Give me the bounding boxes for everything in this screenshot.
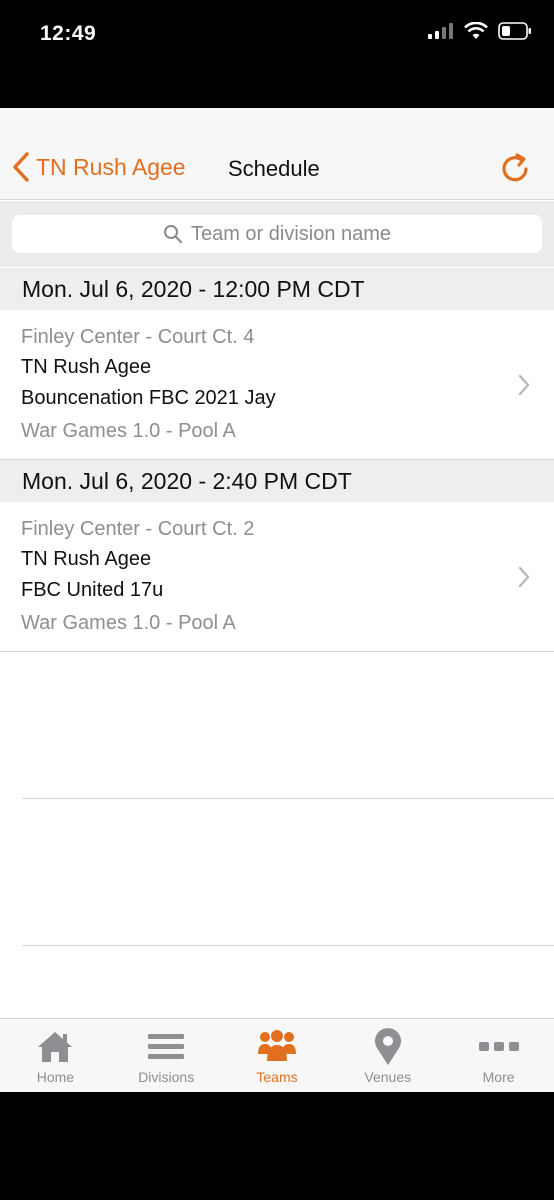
- more-dots-icon: [478, 1042, 519, 1051]
- tab-teams[interactable]: Teams: [222, 1019, 333, 1092]
- search-placeholder: Team or division name: [190, 222, 392, 245]
- search-input[interactable]: Team or division name: [12, 215, 542, 253]
- tab-bar: Home Divisions Teams Venues More: [0, 1018, 554, 1092]
- wifi-icon: [464, 22, 488, 39]
- tab-more[interactable]: More: [443, 1019, 554, 1092]
- schedule-sheet: TN Rush Agee Schedule Team or division n…: [0, 108, 554, 1092]
- chevron-right-icon: [518, 374, 530, 396]
- row-divider: [22, 798, 554, 799]
- tab-home[interactable]: Home: [0, 1019, 111, 1092]
- tab-label: Teams: [256, 1069, 298, 1085]
- schedule-list: Mon. Jul 6, 2020 - 12:00 PM CDT Finley C…: [0, 268, 554, 652]
- chevron-right-icon: [518, 566, 530, 588]
- tab-label: Divisions: [138, 1069, 195, 1085]
- map-pin-icon: [374, 1028, 401, 1065]
- game-pool: War Games 1.0 - Pool A: [21, 612, 236, 634]
- game-venue: Finley Center - Court Ct. 2: [21, 518, 255, 540]
- back-label: TN Rush Agee: [36, 153, 186, 180]
- section-header: Mon. Jul 6, 2020 - 2:40 PM CDT: [0, 460, 554, 502]
- game-team2: FBC United 17u: [21, 579, 164, 601]
- game-team1: TN Rush Agee: [21, 548, 152, 570]
- chevron-left-icon: [13, 152, 29, 182]
- row-divider: [22, 945, 554, 946]
- page-title: Schedule: [228, 156, 320, 181]
- status-icons: [428, 22, 532, 40]
- signal-icon: [428, 23, 453, 39]
- status-time: 12:49: [40, 22, 97, 45]
- game-team2: Bouncenation FBC 2021 Jay: [21, 387, 276, 409]
- game-team1: TN Rush Agee: [21, 356, 152, 378]
- search-icon: [163, 225, 183, 244]
- status-bar: 12:49: [0, 0, 554, 70]
- game-row[interactable]: Finley Center - Court Ct. 2 TN Rush Agee…: [0, 502, 554, 652]
- tab-label: Home: [36, 1069, 75, 1085]
- game-pool: War Games 1.0 - Pool A: [21, 420, 236, 442]
- section-header: Mon. Jul 6, 2020 - 12:00 PM CDT: [0, 268, 554, 310]
- tab-label: More: [482, 1069, 515, 1085]
- home-icon: [38, 1032, 73, 1062]
- search-bar: Team or division name: [0, 201, 554, 267]
- tab-venues[interactable]: Venues: [332, 1019, 443, 1092]
- back-button[interactable]: TN Rush Agee: [12, 152, 186, 182]
- tab-divisions[interactable]: Divisions: [111, 1019, 222, 1092]
- list-icon: [148, 1034, 185, 1059]
- battery-icon: [498, 22, 531, 40]
- nav-bar: TN Rush Agee Schedule: [0, 108, 554, 200]
- tab-label: Venues: [364, 1069, 412, 1085]
- refresh-icon[interactable]: [500, 152, 532, 186]
- game-row[interactable]: Finley Center - Court Ct. 4 TN Rush Agee…: [0, 310, 554, 460]
- teams-icon: [257, 1030, 296, 1061]
- game-venue: Finley Center - Court Ct. 4: [21, 326, 255, 348]
